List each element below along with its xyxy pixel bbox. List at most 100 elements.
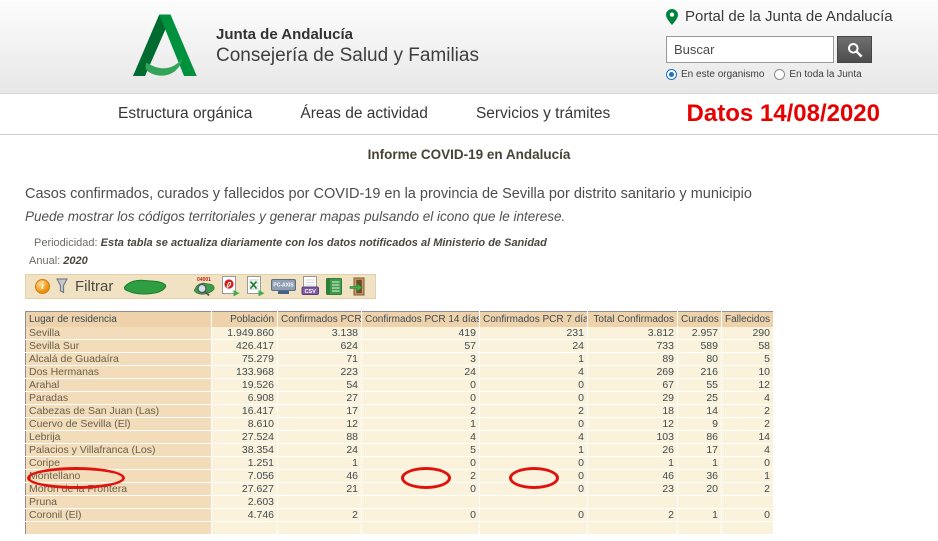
value-cell: 0 (362, 392, 480, 405)
value-cell: 4 (722, 444, 774, 457)
table-row: Coronil (El)4.746200210 (26, 509, 774, 522)
value-cell: 0 (480, 379, 588, 392)
value-cell: 0 (480, 457, 588, 470)
value-cell: 86 (678, 431, 722, 444)
place-cell (26, 522, 212, 535)
place-cell: Palacios y Villafranca (Los) (26, 444, 212, 457)
place-cell: Coronil (El) (26, 509, 212, 522)
table-row: Alcalá de Guadaíra75.279713189805 (26, 353, 774, 366)
value-cell (588, 522, 678, 535)
portal-link-label: Portal de la Junta de Andalucía (685, 8, 893, 25)
table-row: Morón de la Frontera27.627210023202 (26, 483, 774, 496)
table-row: Dos Hermanas133.96822324426921610 (26, 366, 774, 379)
value-cell: 55 (678, 379, 722, 392)
value-cell: 3 (362, 353, 480, 366)
table-subtitle: Casos confirmados, curados y fallecidos … (25, 186, 752, 202)
value-cell: 67 (588, 379, 678, 392)
scope-all-label: En toda la Junta (789, 69, 861, 80)
value-cell: 5 (722, 353, 774, 366)
value-cell (678, 496, 722, 509)
value-cell: 0 (480, 418, 588, 431)
value-cell: 4 (722, 392, 774, 405)
value-cell: 7.056 (212, 470, 278, 483)
info-icon[interactable] (35, 279, 50, 294)
value-cell: 27.627 (212, 483, 278, 496)
value-cell: 20 (678, 483, 722, 496)
value-cell: 8.610 (212, 418, 278, 431)
value-cell (722, 522, 774, 535)
table-row: Sevilla Sur426.417624572473358958 (26, 340, 774, 353)
value-cell: 1 (278, 457, 362, 470)
location-pin-icon (666, 9, 678, 25)
pdf-export-icon[interactable] (221, 276, 241, 297)
filter-label[interactable]: Filtrar (75, 278, 113, 295)
value-cell: 0 (362, 483, 480, 496)
table-row: Palacios y Villafranca (Los)38.354245126… (26, 444, 774, 457)
nav-areas-de-actividad[interactable]: Áreas de actividad (300, 105, 428, 123)
annual-label: Anual: (29, 255, 60, 267)
logo-text: Junta de Andalucía Consejería de Salud y… (216, 26, 479, 67)
value-cell: 4 (480, 366, 588, 379)
value-cell: 1.949.860 (212, 327, 278, 340)
value-cell: 27 (278, 392, 362, 405)
value-cell: 12 (722, 379, 774, 392)
value-cell: 231 (480, 327, 588, 340)
value-cell: 2 (588, 509, 678, 522)
scope-all-radio[interactable] (774, 69, 785, 80)
value-cell: 1 (678, 457, 722, 470)
value-cell (722, 496, 774, 509)
value-cell: 624 (278, 340, 362, 353)
spreadsheet-icon[interactable] (325, 277, 344, 297)
excel-export-icon[interactable] (246, 276, 266, 297)
scope-this-radio[interactable] (666, 69, 677, 80)
value-cell: 18 (588, 405, 678, 418)
value-cell: 24 (480, 340, 588, 353)
main-nav: Estructura orgánica Áreas de actividad S… (0, 94, 938, 135)
filter-funnel-icon[interactable] (55, 278, 69, 295)
value-cell: 1.251 (212, 457, 278, 470)
value-cell: 54 (278, 379, 362, 392)
nav-estructura-organica[interactable]: Estructura orgánica (118, 105, 252, 123)
page: Junta de Andalucía Consejería de Salud y… (0, 0, 938, 541)
territory-codes-icon[interactable]: 04001 (192, 276, 216, 298)
place-cell: Pruna (26, 496, 212, 509)
value-cell: 24 (278, 444, 362, 457)
value-cell: 0 (362, 457, 480, 470)
table-row (26, 522, 774, 535)
place-cell: Sevilla Sur (26, 340, 212, 353)
value-cell: 269 (588, 366, 678, 379)
place-cell: Lebrija (26, 431, 212, 444)
value-cell (678, 522, 722, 535)
annual-line: Anual: 2020 (29, 255, 88, 267)
report-title: Informe COVID-19 en Andalucía (0, 147, 938, 162)
col-curados: Curados (678, 312, 722, 327)
portal-link[interactable]: Portal de la Junta de Andalucía (666, 8, 926, 25)
csv-export-icon[interactable]: CSV (301, 276, 320, 297)
search-scope: En este organismo En toda la Junta (666, 69, 926, 80)
value-cell: 2.603 (212, 496, 278, 509)
search-button[interactable] (837, 36, 872, 63)
logo-link[interactable]: Junta de Andalucía Consejería de Salud y… (124, 10, 479, 82)
periodicity-text: Esta tabla se actualiza diariamente con … (101, 237, 547, 249)
place-cell: Alcalá de Guadaíra (26, 353, 212, 366)
search-icon (847, 42, 863, 58)
nav-servicios-y-tramites[interactable]: Servicios y trámites (476, 105, 610, 123)
covid-table: Lugar de residencia Población Confirmado… (25, 311, 774, 535)
exit-icon[interactable] (349, 277, 366, 297)
value-cell: 2 (362, 405, 480, 418)
value-cell: 24 (362, 366, 480, 379)
table-toolbar: Filtrar 04001 PC-AXIS (25, 274, 376, 299)
place-cell: Dos Hermanas (26, 366, 212, 379)
table-row: Coripe1.251100110 (26, 457, 774, 470)
dept-name: Consejería de Salud y Familias (216, 45, 479, 67)
value-cell: 9 (678, 418, 722, 431)
col-poblacion: Población (212, 312, 278, 327)
value-cell: 1 (588, 457, 678, 470)
table-row: Arahal19.5265400675512 (26, 379, 774, 392)
pcaxis-export-icon[interactable]: PC-AXIS (271, 277, 296, 296)
search-input[interactable] (666, 36, 834, 63)
value-cell: 4.746 (212, 509, 278, 522)
value-cell (278, 496, 362, 509)
table-row: Pruna2.603 (26, 496, 774, 509)
andalucia-map-icon[interactable] (122, 278, 168, 295)
